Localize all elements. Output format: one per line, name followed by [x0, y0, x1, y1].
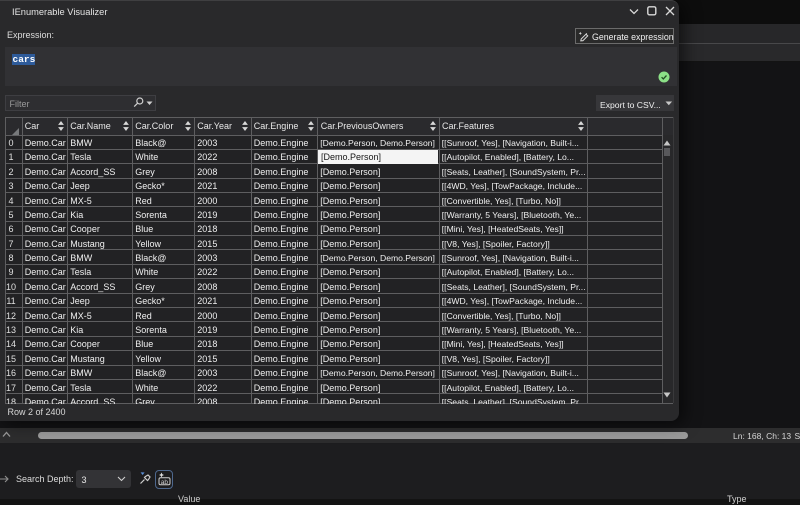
svg-text:ab: ab [160, 479, 168, 486]
